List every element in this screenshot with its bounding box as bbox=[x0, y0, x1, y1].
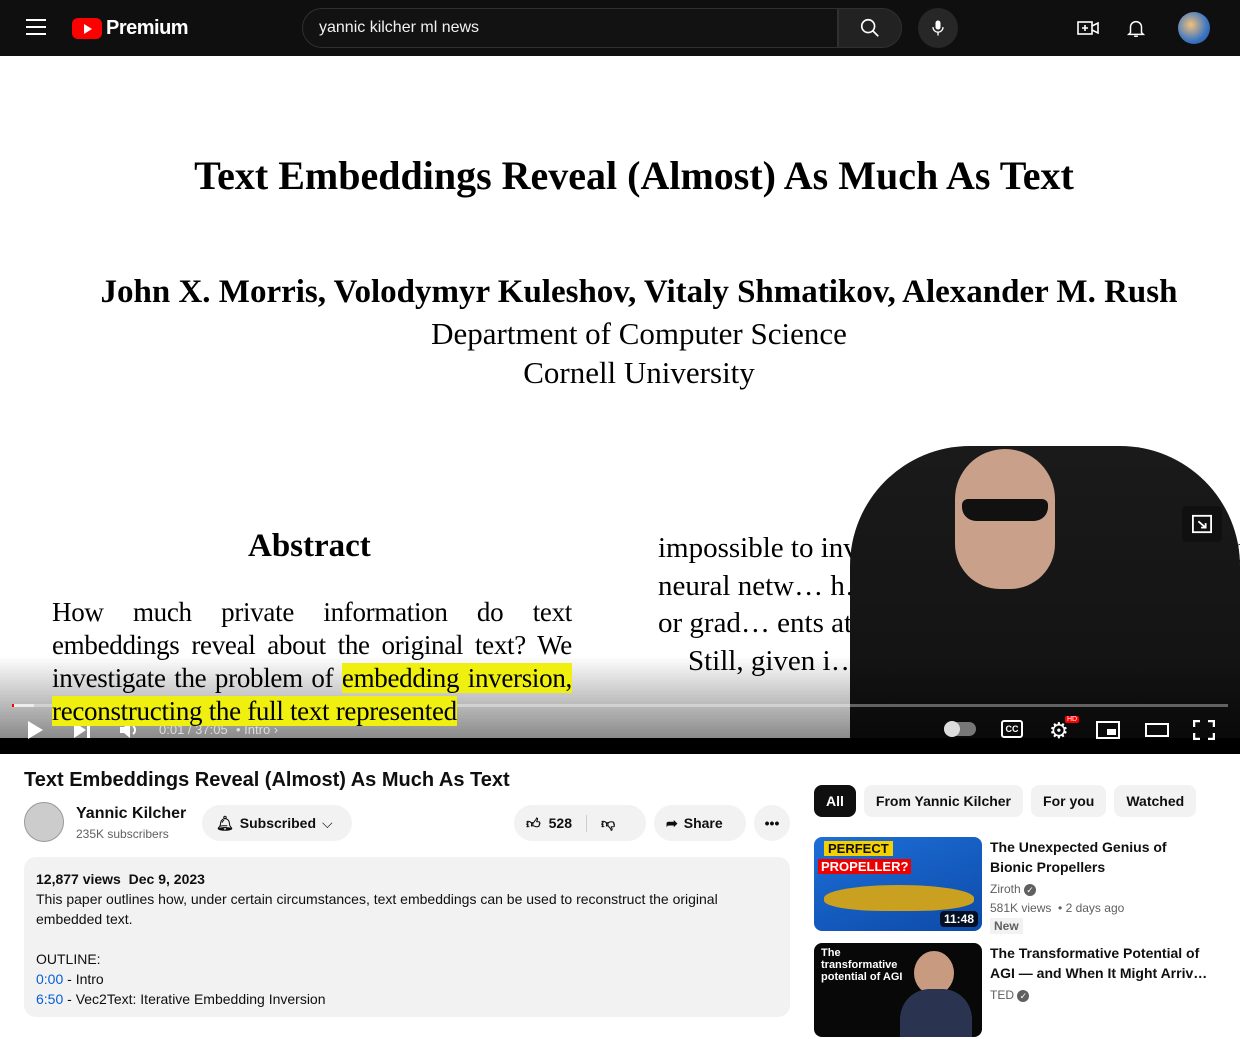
theater-mode-button[interactable] bbox=[1145, 723, 1169, 737]
abstract-heading: Abstract bbox=[248, 528, 371, 564]
video-thumbnail[interactable]: The transformative potential of AGI bbox=[814, 943, 982, 1037]
notifications-button[interactable] bbox=[1124, 16, 1148, 40]
search-input[interactable]: yannic kilcher ml news bbox=[302, 8, 838, 48]
description-box[interactable]: 12,877 views Dec 9, 2023 This paper outl… bbox=[24, 857, 790, 1017]
play-icon bbox=[28, 721, 43, 739]
chip-all[interactable]: All bbox=[814, 785, 856, 817]
thumbs-up-icon: 👍︎ bbox=[526, 814, 541, 831]
like-dislike-group: 👍︎ 528 👎︎ bbox=[514, 805, 646, 841]
filter-chips: All From Yannic Kilcher For you Watched bbox=[814, 785, 1197, 817]
account-avatar[interactable] bbox=[1178, 12, 1210, 44]
more-actions-button[interactable]: ••• bbox=[754, 805, 790, 841]
chevron-down-icon: ⌵ bbox=[322, 814, 333, 831]
thumbs-down-icon: 👎︎ bbox=[601, 814, 616, 831]
verified-icon: ✓ bbox=[1017, 989, 1030, 1002]
recommended-video[interactable]: The transformative potential of AGI The … bbox=[814, 943, 1234, 1039]
description-text: This paper outlines how, under certain c… bbox=[36, 891, 718, 927]
video-title: Text Embeddings Reveal (Almost) As Much … bbox=[24, 769, 510, 791]
paper-title: Text Embeddings Reveal (Almost) As Much … bbox=[194, 153, 1074, 198]
video-player[interactable]: Text Embeddings Reveal (Almost) As Much … bbox=[0, 56, 1240, 754]
new-badge: New bbox=[990, 918, 1023, 934]
bell-icon bbox=[1126, 20, 1146, 37]
fullscreen-button[interactable] bbox=[1192, 719, 1216, 743]
youtube-logo[interactable]: Premium bbox=[72, 17, 189, 40]
autoplay-toggle[interactable] bbox=[944, 721, 976, 737]
timestamp-link[interactable]: 0:00 bbox=[36, 971, 63, 987]
share-button[interactable]: ➦ Share bbox=[654, 805, 746, 841]
share-icon: ➦ bbox=[666, 814, 678, 831]
youtube-play-logo-icon bbox=[72, 18, 102, 39]
chip-watched[interactable]: Watched bbox=[1114, 785, 1197, 817]
channel-avatar[interactable] bbox=[24, 802, 64, 842]
buffered-bar bbox=[14, 704, 34, 707]
dislike-button[interactable]: 👎︎ bbox=[593, 815, 615, 832]
paper-affiliation: Department of Computer Science Cornell Un… bbox=[431, 316, 847, 390]
subtitles-button[interactable]: CC bbox=[1001, 720, 1023, 738]
recommended-video[interactable]: PERFECT PROPELLER? 11:48 The Unexpected … bbox=[814, 837, 1234, 934]
timestamp-link[interactable]: 6:50 bbox=[36, 991, 63, 1007]
microphone-icon bbox=[932, 20, 944, 36]
hd-badge: HD bbox=[1065, 716, 1080, 723]
expand-icon bbox=[1192, 514, 1212, 534]
search-icon bbox=[860, 18, 879, 37]
channel-name[interactable]: Yannic Kilcher bbox=[76, 805, 186, 823]
voice-search-button[interactable] bbox=[918, 8, 958, 48]
like-button[interactable]: 👍︎ 528 bbox=[526, 814, 587, 832]
play-button[interactable] bbox=[26, 720, 44, 743]
top-bar: Premium yannic kilcher ml news bbox=[0, 0, 1240, 56]
presenter-sunglasses bbox=[962, 499, 1048, 521]
paper-authors: John X. Morris, Volodymyr Kuleshov, Vita… bbox=[100, 274, 1178, 310]
duration-badge: 11:48 bbox=[939, 911, 978, 927]
progress-played bbox=[12, 704, 14, 707]
expand-overlay-button[interactable] bbox=[1182, 506, 1222, 542]
chapter-line: 6:50 - Vec2Text: Iterative Embedding Inv… bbox=[36, 991, 326, 1007]
bell-icon: 🔔︎ bbox=[216, 814, 234, 831]
chip-from-channel[interactable]: From Yannic Kilcher bbox=[863, 785, 1024, 817]
subscribed-button[interactable]: 🔔︎ Subscribed ⌵ bbox=[202, 805, 352, 841]
chip-for-you[interactable]: For you bbox=[1031, 785, 1107, 817]
create-button[interactable] bbox=[1076, 16, 1100, 40]
more-horizontal-icon: ••• bbox=[764, 815, 780, 831]
chapter-line: 0:00 - Intro bbox=[36, 971, 104, 987]
propeller-image bbox=[824, 885, 974, 911]
video-thumbnail[interactable]: PERFECT PROPELLER? 11:48 bbox=[814, 837, 982, 931]
miniplayer-button[interactable] bbox=[1096, 721, 1120, 739]
fullscreen-icon bbox=[1192, 719, 1216, 741]
search-button[interactable] bbox=[838, 8, 902, 48]
verified-icon: ✓ bbox=[1024, 883, 1037, 896]
create-video-icon bbox=[1077, 21, 1099, 35]
settings-button[interactable]: ⚙ HD bbox=[1049, 716, 1080, 744]
menu-icon[interactable] bbox=[26, 19, 46, 35]
subscriber-count: 235K subscribers bbox=[76, 827, 169, 841]
abstract-text: How much private information do text emb… bbox=[52, 597, 572, 726]
